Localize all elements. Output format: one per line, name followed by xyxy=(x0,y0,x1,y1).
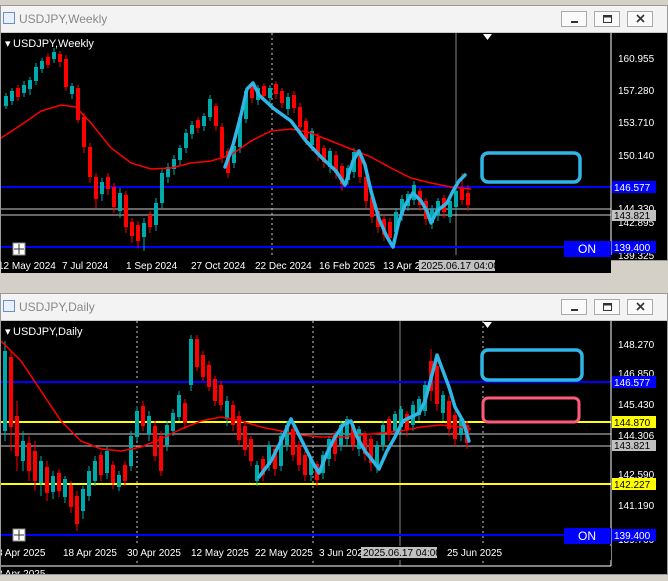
weekly-date-tick: 7 Jul 2024 xyxy=(62,261,109,272)
daily-chart-area[interactable]: ▾ USDJPY,Daily 148.270 146.850 145.430 1… xyxy=(1,321,667,574)
weekly-date-tick: 22 Dec 2024 xyxy=(255,261,312,272)
daily-date-tick: 12 May 2025 xyxy=(191,548,249,559)
daily-symbol-label: USDJPY,Daily xyxy=(13,326,83,338)
daily-price-marker: 143.821 xyxy=(614,441,651,452)
daily-crosshair-time: 2025.06.17 04:00 xyxy=(363,548,441,559)
svg-text:▾: ▾ xyxy=(5,326,11,338)
weekly-price-marker: 143.821 xyxy=(614,211,651,222)
daily-price-tick: 148.270 xyxy=(618,340,655,351)
weekly-date-tick: 1 Sep 2024 xyxy=(126,261,178,272)
close-icon xyxy=(636,302,645,311)
weekly-drawing-line xyxy=(223,81,467,249)
weekly-price-tick: 153.710 xyxy=(618,118,655,129)
minimize-icon xyxy=(571,309,578,311)
restore-icon xyxy=(603,303,612,311)
weekly-price-tick: 150.140 xyxy=(618,151,655,162)
daily-price-tick: 141.190 xyxy=(618,501,655,512)
weekly-date-axis-row: 12 May 2024 7 Jul 2024 1 Sep 2024 27 Oct… xyxy=(1,259,611,273)
daily-date-tick: 8 Apr 2025 xyxy=(1,569,46,574)
weekly-chart-svg[interactable]: ▾ USDJPY,Weekly 160.955 157.280 153.710 … xyxy=(1,33,667,260)
chart-window-icon xyxy=(3,300,15,312)
svg-text:▾: ▾ xyxy=(5,38,11,50)
weekly-drawing-box xyxy=(480,151,582,184)
daily-level-marker: 142.227 xyxy=(614,480,651,491)
close-button[interactable] xyxy=(627,11,653,27)
daily-date-tick: 8 Apr 2025 xyxy=(1,548,46,559)
daily-date-tick: 18 Apr 2025 xyxy=(63,548,117,559)
close-button[interactable] xyxy=(627,299,653,315)
terminal-tab-strip xyxy=(0,575,668,581)
weekly-window-title: USDJPY,Weekly xyxy=(19,12,108,26)
daily-level-marker: 139.400 xyxy=(614,531,651,542)
weekly-date-tick: 16 Feb 2025 xyxy=(319,261,376,272)
weekly-level-marker: 139.400 xyxy=(614,243,651,254)
weekly-price-tick: 157.280 xyxy=(618,86,655,97)
minimize-icon xyxy=(571,21,578,23)
daily-level-marker: 144.870 xyxy=(614,418,651,429)
daily-window-title: USDJPY,Daily xyxy=(19,300,95,314)
weekly-on-label: ON xyxy=(578,242,596,256)
daily-date-tick: 22 May 2025 xyxy=(255,548,313,559)
weekly-chart-area[interactable]: ▾ USDJPY,Weekly 160.955 157.280 153.710 … xyxy=(1,33,667,260)
daily-level-marker: 146.577 xyxy=(614,378,651,389)
minimize-button[interactable] xyxy=(561,299,587,315)
weekly-date-tick: 27 Oct 2024 xyxy=(191,261,246,272)
weekly-crosshair-time: 2025.06.17 04:00 xyxy=(421,261,499,272)
restore-icon xyxy=(603,15,612,23)
weekly-chart-window[interactable]: USDJPY,Weekly ▾ USDJPY,Weekly 160.955 15… xyxy=(0,5,668,261)
daily-date-tick: 25 Jun 2025 xyxy=(447,548,502,559)
daily-titlebar[interactable]: USDJPY,Daily xyxy=(1,294,667,321)
daily-drawing-box-blue xyxy=(480,348,584,382)
daily-price-tick: 145.430 xyxy=(618,400,655,411)
daily-on-label: ON xyxy=(578,529,596,543)
minimize-button[interactable] xyxy=(561,11,587,27)
weekly-price-tick: 160.955 xyxy=(618,54,655,65)
weekly-date-tick: 12 May 2024 xyxy=(1,261,56,272)
daily-date-tick: 30 Apr 2025 xyxy=(127,548,181,559)
weekly-titlebar[interactable]: USDJPY,Weekly xyxy=(1,6,667,33)
chart-window-icon xyxy=(3,12,15,24)
weekly-level-marker: 146.577 xyxy=(614,183,651,194)
daily-drawing-box-pink xyxy=(481,396,581,424)
restore-button[interactable] xyxy=(594,299,620,315)
daily-date-axis-row: 8 Apr 2025 18 Apr 2025 30 Apr 2025 12 Ma… xyxy=(1,546,611,560)
weekly-symbol-label: USDJPY,Weekly xyxy=(13,38,94,50)
daily-chart-svg[interactable]: ▾ USDJPY,Daily 148.270 146.850 145.430 1… xyxy=(1,321,667,574)
close-icon xyxy=(636,14,645,23)
daily-chart-window[interactable]: USDJPY,Daily ▾ USDJPY,Daily 148.270 146.… xyxy=(0,293,668,575)
restore-button[interactable] xyxy=(594,11,620,27)
